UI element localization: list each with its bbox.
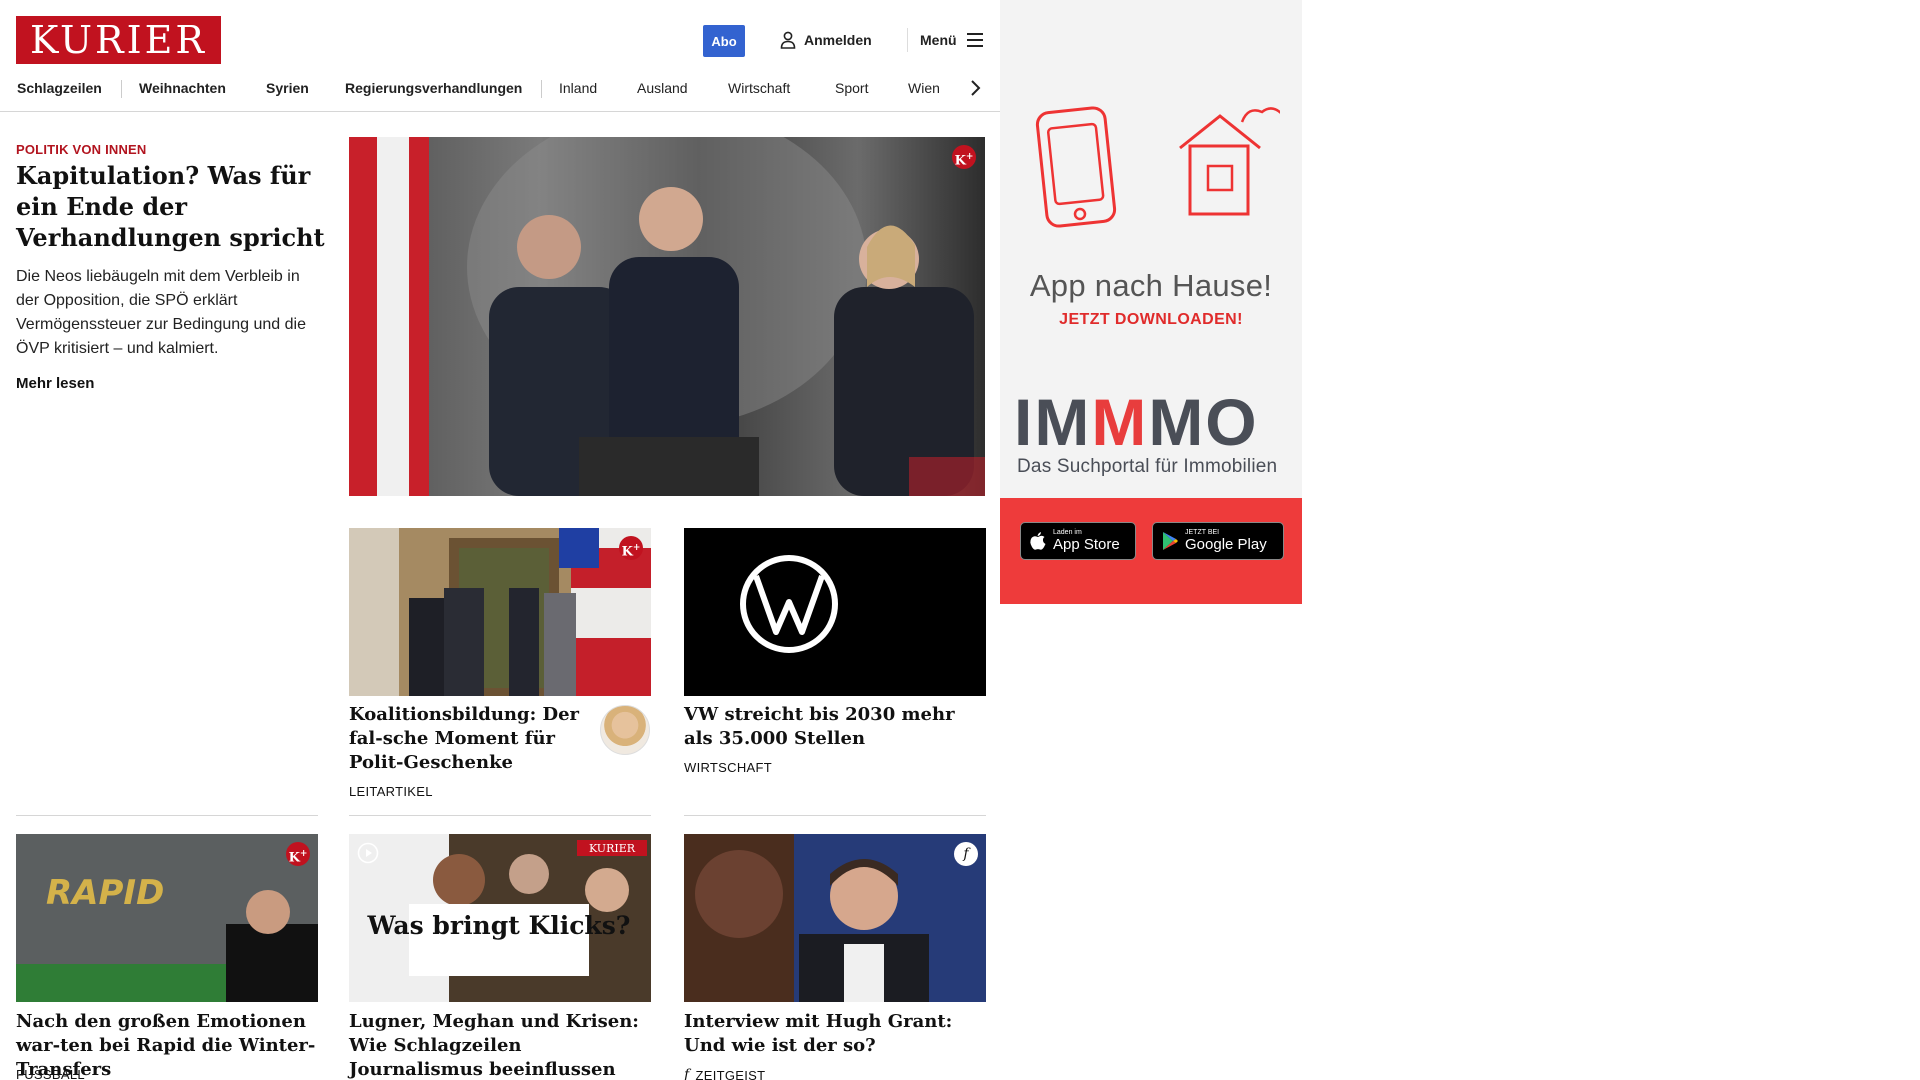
user-icon (780, 31, 796, 49)
zeitgeist-icon: f (954, 842, 978, 866)
kurier-logo[interactable]: KURIER (16, 16, 221, 64)
lead-headline[interactable]: Kapitulation? Was für ein Ende der Verha… (16, 160, 326, 253)
chevron-right-icon[interactable] (966, 76, 986, 100)
rapid-banner-text: RAPID (46, 873, 164, 913)
nav-item-regierungsverhandlungen[interactable]: Regierungsverhandlungen (345, 78, 522, 98)
app-store-badge[interactable]: Laden im App Store (1020, 522, 1136, 560)
login-label: Anmelden (804, 32, 872, 48)
app-store-label: App Store (1053, 536, 1120, 553)
nav-item-wien[interactable]: Wien (908, 78, 940, 98)
hamburger-icon (966, 33, 983, 47)
section-nav: Schlagzeilen Weihnachten Syrien Regierun… (0, 78, 1000, 100)
card-tag-fussball[interactable]: FUSSBALL (16, 1067, 85, 1080)
nav-item-wirtschaft[interactable]: Wirtschaft (728, 78, 790, 98)
zeitgeist-small-icon: f (684, 1067, 690, 1080)
card-tag-zeitgeist-label: ZEITGEIST (695, 1067, 766, 1080)
card-photo-koalition-scene (349, 528, 651, 696)
ad-download-cta: JETZT DOWNLOADEN! (1059, 311, 1243, 328)
author-avatar[interactable] (600, 705, 650, 755)
row-divider (684, 815, 986, 816)
nav-divider (121, 80, 122, 98)
apple-icon (1030, 532, 1046, 550)
kurier-plus-badge: K+ (619, 536, 643, 560)
lead-teaser[interactable]: Die Neos liebäugeln mit dem Verbleib in … (16, 265, 321, 361)
header-divider (907, 28, 908, 52)
card-headline-hugh-grant[interactable]: Interview mit Hugh Grant: Und wie ist de… (684, 1010, 986, 1058)
card-photo-hugh-grant-scene (684, 834, 986, 1002)
lead-photo[interactable]: K+ (349, 137, 985, 496)
card-tag-wirtschaft[interactable]: WIRTSCHAFT (684, 760, 772, 775)
menu-button[interactable]: Menü (920, 28, 983, 52)
site-header: KURIER Abo Anmelden Menü Schlagzeilen We… (0, 0, 1000, 112)
google-play-badge[interactable]: JETZT BEI Google Play (1152, 522, 1284, 560)
store-badges-band: Laden im App Store JETZT BEI Google Play (1000, 498, 1302, 604)
kurier-plus-badge: K+ (952, 145, 976, 169)
nav-item-ausland[interactable]: Ausland (637, 78, 688, 98)
nav-item-sport[interactable]: Sport (835, 78, 868, 98)
row-divider (16, 815, 318, 816)
abo-button[interactable]: Abo (703, 25, 745, 57)
kurier-mini-logo: KURIER (589, 842, 636, 855)
nav-item-schlagzeilen[interactable]: Schlagzeilen (17, 78, 102, 98)
kurier-plus-badge: K+ (286, 842, 310, 866)
card-photo-hugh-grant[interactable]: f (684, 834, 986, 1002)
google-play-label: Google Play (1185, 536, 1267, 553)
card-photo-vw[interactable] (684, 528, 986, 696)
card-tag-zeitgeist[interactable]: f ZEITGEIST (684, 1067, 765, 1080)
immmo-advertisement[interactable]: App nach Hause! JETZT DOWNLOADEN! IMMMO … (1000, 0, 1302, 604)
nav-divider (541, 80, 542, 98)
google-play-icon (1163, 532, 1178, 550)
immmo-logo: IMMMO (1014, 385, 1259, 459)
video-play-icon (357, 842, 379, 864)
lead-kicker[interactable]: POLITIK VON INNEN (16, 142, 147, 157)
nav-item-inland[interactable]: Inland (559, 78, 597, 98)
row-divider (349, 815, 651, 816)
card-tag-leitartikel[interactable]: LEITARTIKEL (349, 784, 433, 799)
card-photo-klicks[interactable]: Was bringt Klicks? KURIER (349, 834, 651, 1002)
immmo-tagline: Das Suchportal für Immobilien (1017, 456, 1278, 477)
card-headline-vw[interactable]: VW streicht bis 2030 mehr als 35.000 Ste… (684, 703, 984, 751)
card-photo-rapid-scene: RAPID (16, 834, 318, 1002)
nav-item-weihnachten[interactable]: Weihnachten (139, 78, 226, 98)
card-photo-koalition[interactable]: K+ (349, 528, 651, 696)
login-button[interactable]: Anmelden (780, 28, 872, 52)
klicks-overlay-text: Was bringt Klicks? (367, 911, 631, 940)
vw-logo (740, 555, 838, 653)
card-photo-klicks-scene: Was bringt Klicks? KURIER (349, 834, 651, 1002)
card-headline-klicks[interactable]: Lugner, Meghan und Krisen: Wie Schlagzei… (349, 1010, 651, 1080)
menu-label: Menü (920, 32, 957, 48)
read-more-link[interactable]: Mehr lesen (16, 375, 94, 392)
card-photo-rapid[interactable]: RAPID K+ (16, 834, 318, 1002)
nav-item-syrien[interactable]: Syrien (266, 78, 309, 98)
card-headline-koalition[interactable]: Koalitionsbildung: Der fal-sche Moment f… (349, 703, 589, 775)
lead-photo-scene (349, 137, 985, 496)
phone-house-illustration (1035, 106, 1280, 228)
ad-app-title: App nach Hause! (1029, 268, 1273, 303)
